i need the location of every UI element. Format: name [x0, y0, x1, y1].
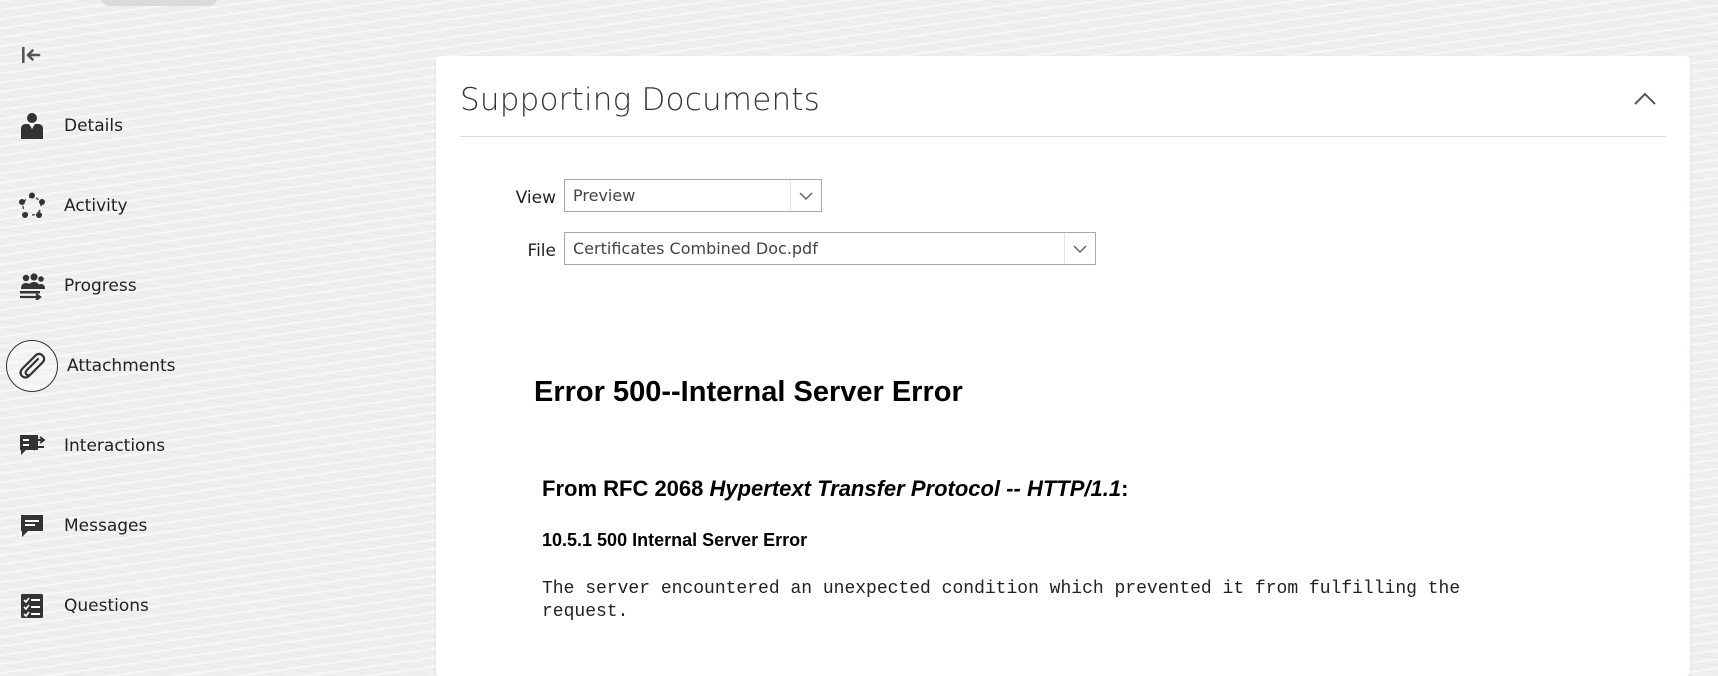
rfc-subheading-suffix: :: [1121, 476, 1129, 501]
sidebar-item-label: Attachments: [67, 356, 176, 376]
panel-title: Supporting Documents: [460, 82, 821, 118]
collapse-panel-button[interactable]: [1630, 84, 1660, 114]
chevron-down-icon: [790, 180, 821, 211]
sidebar-item-interactions[interactable]: Interactions: [0, 418, 280, 474]
view-select-value: Preview: [573, 186, 636, 205]
sidebar-item-label: Activity: [64, 196, 128, 216]
sidebar-item-label: Questions: [64, 596, 149, 616]
paperclip-icon: [6, 340, 58, 392]
sidebar-item-messages[interactable]: Messages: [0, 498, 280, 554]
sidebar-item-activity[interactable]: Activity: [0, 178, 280, 234]
sidebar-item-questions[interactable]: Questions: [0, 578, 280, 634]
error-body-text: The server encountered an unexpected con…: [542, 579, 1461, 622]
rfc-subheading: From RFC 2068 Hypertext Transfer Protoco…: [542, 476, 1128, 502]
sidebar-item-label: Progress: [64, 276, 137, 296]
checklist-icon: [18, 592, 46, 620]
view-label: View: [515, 188, 556, 208]
collapse-sidebar-button[interactable]: [18, 42, 44, 68]
panel-divider: [460, 136, 1666, 137]
chevron-down-icon: [1064, 233, 1095, 264]
sidebar-item-label: Details: [64, 116, 123, 136]
message-bubble-icon: [18, 512, 46, 540]
error-heading: Error 500--Internal Server Error: [534, 376, 963, 408]
sidebar-item-label: Interactions: [64, 436, 166, 456]
supporting-documents-panel: Supporting Documents View Preview File C…: [436, 56, 1690, 676]
sidebar-item-label: Messages: [64, 516, 148, 536]
progress-team-icon: [18, 272, 46, 300]
sidebar-item-details[interactable]: Details: [0, 98, 280, 154]
activity-cycle-icon: [18, 192, 46, 220]
person-icon: [18, 112, 46, 140]
sidebar-item-attachments[interactable]: Attachments: [0, 338, 280, 394]
sidebar-item-progress[interactable]: Progress: [0, 258, 280, 314]
top-tab-stub: [100, 0, 218, 6]
collapse-left-icon: [22, 47, 41, 63]
file-label: File: [527, 241, 556, 261]
chevron-up-icon: [1634, 92, 1656, 105]
section-heading: 10.5.1 500 Internal Server Error: [542, 530, 808, 550]
file-select[interactable]: Certificates Combined Doc.pdf: [564, 232, 1096, 265]
view-select[interactable]: Preview: [564, 179, 822, 212]
file-select-value: Certificates Combined Doc.pdf: [573, 239, 818, 258]
rfc-subheading-title: Hypertext Transfer Protocol -- HTTP/1.1: [709, 476, 1122, 501]
rfc-subheading-prefix: From RFC 2068: [542, 476, 710, 501]
interactions-chat-icon: [18, 432, 46, 460]
